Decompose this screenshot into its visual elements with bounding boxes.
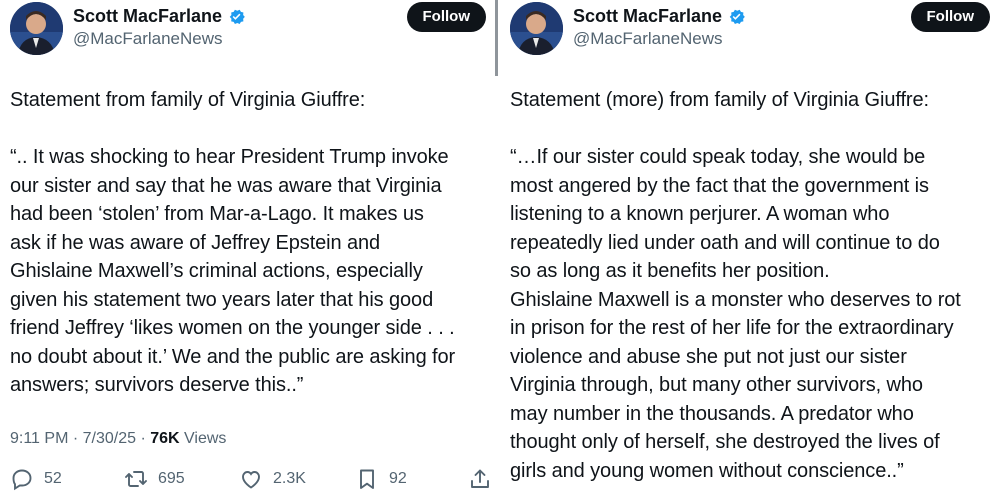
tweet-header: Scott MacFarlane @MacFarlaneNews Follow xyxy=(10,2,486,58)
action-bar: 52 695 2.3K 92 xyxy=(10,467,489,495)
tweet-text: Statement from family of Virginia Giuffr… xyxy=(10,89,456,396)
share-icon xyxy=(471,469,489,488)
bookmark-count: 92 xyxy=(389,470,407,487)
tweet-meta: 9:11 PM · 7/30/25 · 76K Views xyxy=(10,430,226,448)
share-button[interactable] xyxy=(468,467,492,491)
tweet-header: Scott MacFarlane @MacFarlaneNews Follow xyxy=(510,2,990,58)
follow-button[interactable]: Follow xyxy=(406,2,486,32)
author-handle[interactable]: @MacFarlaneNews xyxy=(73,27,246,51)
reply-count: 52 xyxy=(44,470,62,487)
follow-button[interactable]: Follow xyxy=(910,2,990,32)
repost-icon xyxy=(125,471,147,487)
author-name[interactable]: Scott MacFarlane xyxy=(73,5,222,27)
author-handle[interactable]: @MacFarlaneNews xyxy=(573,27,746,51)
bookmark-icon xyxy=(360,469,374,489)
reply-button[interactable]: 52 xyxy=(10,467,62,491)
tweet-text: Statement (more) from family of Virginia… xyxy=(510,89,961,482)
like-count: 2.3K xyxy=(273,470,306,487)
reply-icon xyxy=(12,469,32,491)
timestamp[interactable]: 9:11 PM · 7/30/25 · xyxy=(10,430,150,447)
repost-button[interactable]: 695 xyxy=(124,467,185,491)
bookmark-button[interactable]: 92 xyxy=(355,467,407,491)
author-block[interactable]: Scott MacFarlane @MacFarlaneNews xyxy=(73,5,246,51)
like-icon xyxy=(242,471,260,489)
views-label: Views xyxy=(179,430,227,447)
verified-badge-icon xyxy=(729,9,745,24)
verified-badge-icon xyxy=(229,9,245,24)
author-block[interactable]: Scott MacFarlane @MacFarlaneNews xyxy=(573,5,746,51)
tweet-left: Scott MacFarlane @MacFarlaneNews Follow … xyxy=(0,0,496,499)
views-count: 76K xyxy=(150,430,180,447)
tweet-right: Scott MacFarlane @MacFarlaneNews Follow … xyxy=(500,0,1000,499)
avatar[interactable] xyxy=(10,2,63,55)
repost-count: 695 xyxy=(158,470,185,487)
author-name[interactable]: Scott MacFarlane xyxy=(573,5,722,27)
like-button[interactable]: 2.3K xyxy=(239,467,306,491)
avatar[interactable] xyxy=(510,2,563,55)
